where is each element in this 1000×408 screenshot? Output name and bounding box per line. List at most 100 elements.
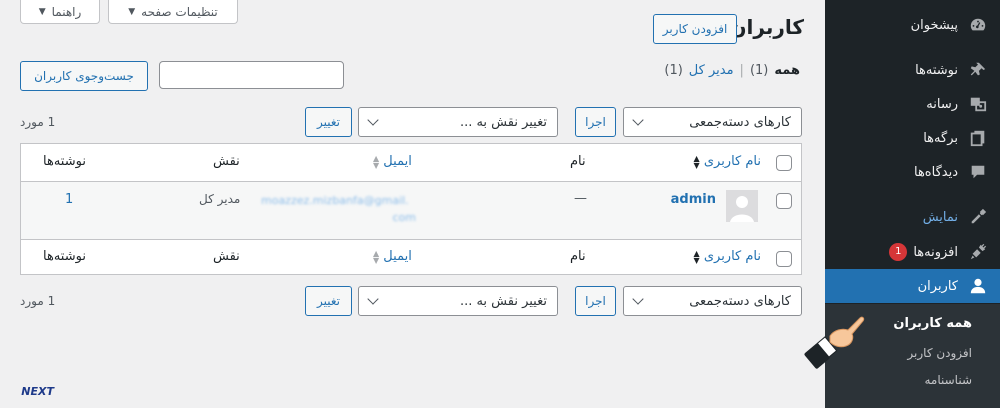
svg-text:NEXT: NEXT bbox=[21, 385, 55, 397]
table-footer-row: نام کاربری ▲ ▼ نام ایمیل ▲ ▼ نقش نوشته‌ها bbox=[21, 239, 801, 275]
table-header-row: نام کاربری ▲ ▼ نام ایمیل ▲ ▼ نقش نوشته‌ها bbox=[21, 144, 801, 182]
items-count-bottom: 1 مورد bbox=[20, 294, 56, 308]
change-role-select[interactable]: تغییر نقش به ... bbox=[358, 107, 558, 137]
page-title: کاربران bbox=[729, 15, 804, 39]
sidebar-item-label: برگه‌ها bbox=[923, 130, 958, 146]
sidebar-item-users[interactable]: کاربران bbox=[825, 269, 1000, 303]
items-count: 1 مورد bbox=[20, 115, 56, 129]
email-link[interactable]: moazzez.mizbanfa@gmail. com bbox=[261, 192, 416, 226]
change-role-button[interactable]: تغییر bbox=[305, 107, 352, 137]
submenu-all-users[interactable]: همه کاربران bbox=[893, 316, 972, 331]
username-link[interactable]: admin bbox=[671, 192, 716, 207]
column-role-footer: نقش bbox=[213, 249, 240, 264]
avatar bbox=[726, 190, 758, 222]
sidebar-item-media[interactable]: رسانه bbox=[825, 87, 1000, 121]
sidebar-item-posts[interactable]: نوشته‌ها bbox=[825, 53, 1000, 87]
column-username[interactable]: نام کاربری ▲ ▼ bbox=[694, 154, 761, 169]
comments-icon bbox=[968, 162, 988, 182]
chevron-down-icon bbox=[632, 114, 644, 126]
sidebar-item-label: افزونه‌ها bbox=[913, 244, 958, 260]
select-all-checkbox[interactable] bbox=[776, 155, 792, 171]
apply-button[interactable]: اجرا bbox=[575, 107, 616, 137]
user-views-filter: همه (1) | مدیر کل (1) bbox=[664, 63, 800, 78]
users-icon bbox=[968, 276, 988, 296]
name-value: — bbox=[574, 191, 587, 206]
screen-options-label: تنظیمات صفحه bbox=[141, 4, 218, 19]
appearance-icon bbox=[968, 207, 988, 227]
change-role-value: تغییر نقش به ... bbox=[459, 114, 547, 130]
column-username-footer[interactable]: نام کاربری ▲ ▼ bbox=[694, 249, 761, 264]
chevron-down-icon bbox=[367, 114, 379, 126]
plugins-update-badge: 1 bbox=[889, 243, 908, 261]
pin-icon bbox=[968, 60, 988, 80]
column-username-label: نام کاربری bbox=[703, 154, 761, 169]
change-role-select-bottom[interactable]: تغییر نقش به ... bbox=[358, 286, 558, 316]
bulk-actions-select-bottom[interactable]: کارهای دسته‌جمعی bbox=[623, 286, 802, 316]
mizbanfa-logo: Mizbanfa NEXT bbox=[0, 365, 102, 398]
add-user-button[interactable]: افزودن کاربر bbox=[653, 14, 737, 44]
sidebar-item-label: نمایش bbox=[922, 209, 958, 225]
select-all-checkbox-footer[interactable] bbox=[776, 251, 792, 267]
search-input[interactable] bbox=[159, 61, 344, 89]
change-role-value: تغییر نقش به ... bbox=[459, 293, 547, 309]
default-avatar-icon bbox=[726, 190, 758, 222]
sort-icon: ▲ ▼ bbox=[693, 153, 700, 170]
sort-icon: ▲ ▼ bbox=[373, 248, 380, 265]
column-name-footer: نام bbox=[570, 249, 586, 264]
sidebar-item-dashboard[interactable]: پیشخوان bbox=[825, 8, 1000, 42]
submenu-profile[interactable]: شناسنامه bbox=[924, 373, 972, 387]
email-line-2: com bbox=[392, 211, 417, 224]
column-name: نام bbox=[570, 154, 586, 169]
view-all-label[interactable]: همه bbox=[774, 63, 800, 78]
table-row: admin — moazzez.mizbanfa@gmail. com مدیر… bbox=[21, 182, 801, 239]
row-checkbox[interactable] bbox=[776, 193, 792, 209]
active-menu-arrow bbox=[817, 279, 825, 295]
submenu-add-user[interactable]: افزودن کاربر bbox=[907, 346, 972, 360]
plugins-icon bbox=[968, 242, 988, 262]
dashboard-icon bbox=[968, 15, 988, 35]
sidebar-item-plugins[interactable]: افزونه‌ها 1 bbox=[825, 235, 1000, 269]
email-line-1: moazzez.mizbanfa@gmail. bbox=[261, 194, 409, 207]
sidebar-item-label: کاربران bbox=[917, 278, 958, 294]
sidebar-item-appearance[interactable]: نمایش bbox=[825, 200, 1000, 234]
search-users-button[interactable]: جست‌وجوی کاربران bbox=[20, 61, 148, 91]
view-all-count: (1) bbox=[749, 63, 769, 78]
column-posts: نوشته‌ها bbox=[43, 154, 86, 169]
sidebar-item-label: نوشته‌ها bbox=[915, 62, 958, 78]
pointing-hand-icon bbox=[804, 310, 868, 370]
column-posts-footer: نوشته‌ها bbox=[43, 249, 86, 264]
screen-options-button[interactable]: تنظیمات صفحه ▼ bbox=[108, 0, 238, 24]
caret-down-icon: ▼ bbox=[128, 6, 136, 17]
column-email-label: ایمیل bbox=[383, 154, 412, 169]
help-label: راهنما bbox=[51, 4, 82, 19]
posts-count-link[interactable]: 1 bbox=[65, 192, 73, 207]
apply-button-bottom[interactable]: اجرا bbox=[575, 286, 616, 316]
bulk-actions-value: کارهای دسته‌جمعی bbox=[689, 114, 791, 130]
sidebar-item-pages[interactable]: برگه‌ها bbox=[825, 121, 1000, 155]
media-icon bbox=[968, 94, 988, 114]
users-table: نام کاربری ▲ ▼ نام ایمیل ▲ ▼ نقش نوشته‌ها … bbox=[20, 143, 802, 275]
help-button[interactable]: راهنما ▼ bbox=[20, 0, 100, 24]
view-admin-count: (1) bbox=[664, 63, 683, 78]
bulk-actions-value: کارهای دسته‌جمعی bbox=[689, 293, 791, 309]
sort-icon: ▲ ▼ bbox=[693, 248, 700, 265]
column-role: نقش bbox=[213, 154, 240, 169]
chevron-down-icon bbox=[367, 293, 379, 305]
column-username-label: نام کاربری bbox=[703, 249, 761, 264]
chevron-down-icon bbox=[632, 293, 644, 305]
role-value: مدیر کل bbox=[199, 192, 241, 206]
sidebar-item-label: رسانه bbox=[926, 96, 958, 112]
bulk-actions-select[interactable]: کارهای دسته‌جمعی bbox=[623, 107, 802, 137]
view-separator: | bbox=[739, 63, 744, 78]
column-email-footer[interactable]: ایمیل ▲ ▼ bbox=[373, 249, 412, 264]
change-role-button-bottom[interactable]: تغییر bbox=[305, 286, 352, 316]
sidebar-item-comments[interactable]: دیدگاه‌ها bbox=[825, 155, 1000, 189]
column-email-label: ایمیل bbox=[383, 249, 412, 264]
sidebar-item-label: پیشخوان bbox=[910, 17, 958, 33]
sidebar-item-label: دیدگاه‌ها bbox=[913, 164, 958, 180]
caret-down-icon: ▼ bbox=[38, 6, 46, 17]
view-admin-link[interactable]: مدیر کل bbox=[689, 63, 734, 78]
column-email[interactable]: ایمیل ▲ ▼ bbox=[373, 154, 412, 169]
sort-icon: ▲ ▼ bbox=[373, 153, 380, 170]
pages-icon bbox=[968, 128, 988, 148]
